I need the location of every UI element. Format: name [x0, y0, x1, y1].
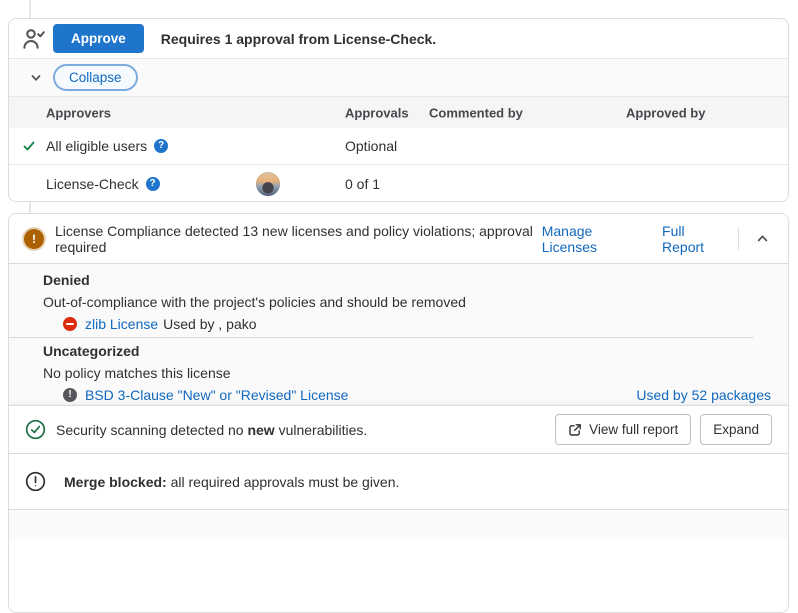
approver-name: License-Check — [46, 176, 139, 192]
chevron-down-icon[interactable] — [29, 71, 43, 85]
approvals-value: Optional — [345, 138, 397, 154]
denied-section-description: Out-of-compliance with the project's pol… — [43, 294, 771, 311]
chevron-up-icon[interactable] — [753, 229, 772, 248]
license-link[interactable]: zlib License — [85, 316, 158, 332]
approve-row: Approve Requires 1 approval from License… — [9, 19, 788, 58]
header-approvals: Approvals — [345, 105, 409, 120]
merge-blocked-text: Merge blocked: all required approvals mu… — [64, 474, 399, 490]
external-link-icon — [568, 423, 582, 437]
license-compliance-header: ! License Compliance detected 13 new lic… — [9, 214, 788, 263]
approval-requirement-text: Requires 1 approval from License-Check. — [161, 31, 436, 47]
license-link[interactable]: BSD 3-Clause "New" or "Revised" License — [85, 387, 348, 403]
approver-name: All eligible users — [46, 138, 147, 154]
reports-widget: ! License Compliance detected 13 new lic… — [8, 213, 789, 613]
success-check-icon — [25, 419, 46, 440]
timeline-connector-top — [29, 0, 31, 18]
approve-button[interactable]: Approve — [53, 24, 144, 53]
license-item-zlib: zlib License Used by , pako — [43, 315, 771, 333]
user-approval-icon — [21, 26, 47, 52]
denied-section-title: Denied — [43, 272, 771, 289]
license-details-panel: Denied Out-of-compliance with the projec… — [9, 263, 788, 405]
approvals-widget: Approve Requires 1 approval from License… — [8, 18, 789, 202]
help-question-icon[interactable]: ? — [146, 177, 160, 191]
next-section-strip — [9, 509, 788, 539]
manage-licenses-link[interactable]: Manage Licenses — [542, 223, 638, 255]
header-approved-by: Approved by — [626, 105, 705, 120]
collapse-button[interactable]: Collapse — [53, 64, 138, 91]
table-row-all-eligible-users: All eligible users ? Optional — [9, 128, 788, 164]
approver-avatar[interactable] — [256, 172, 280, 196]
header-commented-by: Commented by — [429, 105, 523, 120]
security-scanning-row: Security scanning detected no new vulner… — [9, 405, 788, 453]
uncategorized-section-title: Uncategorized — [43, 343, 771, 360]
collapse-row: Collapse — [9, 58, 788, 96]
info-exclamation-icon: ! — [63, 388, 77, 402]
security-scanning-text: Security scanning detected no new vulner… — [56, 422, 367, 438]
check-icon — [22, 139, 36, 153]
uncategorized-section-description: No policy matches this license — [43, 365, 771, 382]
license-usage-text: Used by , pako — [163, 316, 256, 332]
used-by-link[interactable]: Used by 52 packages — [636, 387, 771, 403]
full-report-link[interactable]: Full Report — [662, 223, 722, 255]
warning-icon: ! — [24, 229, 44, 249]
view-full-report-button[interactable]: View full report — [555, 414, 691, 445]
help-question-icon[interactable]: ? — [154, 139, 168, 153]
table-row-license-check: License-Check ? 0 of 1 — [9, 164, 788, 202]
header-approvers: Approvers — [46, 105, 111, 120]
approvals-value: 0 of 1 — [345, 176, 380, 192]
license-item-bsd: ! BSD 3-Clause "New" or "Revised" Licens… — [43, 386, 771, 404]
alert-exclamation-icon — [25, 471, 46, 492]
merge-blocked-row: Merge blocked: all required approvals mu… — [9, 453, 788, 509]
license-compliance-summary: License Compliance detected 13 new licen… — [55, 223, 542, 255]
section-divider — [9, 337, 754, 338]
approvers-table-header: Approvers Approvals Commented by Approve… — [9, 96, 788, 128]
denied-icon — [63, 317, 77, 331]
divider — [738, 228, 739, 250]
expand-button[interactable]: Expand — [700, 414, 772, 445]
